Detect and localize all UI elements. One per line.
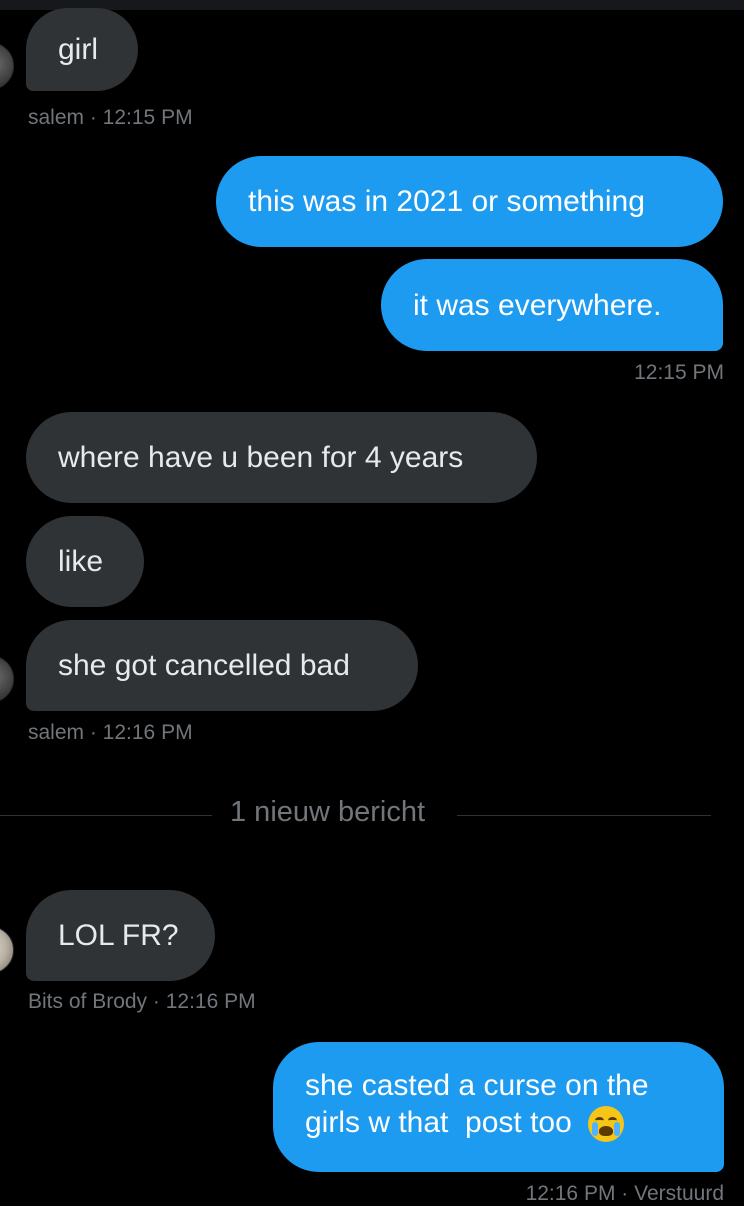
message-meta-salem: salem · 12:16 PM [28, 721, 193, 744]
divider-line-right [457, 815, 711, 816]
message-meta-sent: 12:15 PM [634, 361, 724, 384]
divider-line-left [0, 815, 212, 816]
message-meta-salem: salem · 12:15 PM [28, 106, 193, 129]
avatar-bits-of-brody[interactable] [0, 926, 14, 974]
message-meta-sent: 12:16 PM · Verstuurd [525, 1182, 724, 1205]
message-text-line: she casted a curse on the [305, 1069, 649, 1102]
message-bubble-outgoing[interactable]: she casted a curse on the girls w that p… [273, 1042, 724, 1172]
message-text: it was everywhere. [413, 288, 662, 322]
message-bubble-outgoing[interactable]: it was everywhere. [381, 259, 723, 351]
avatar-salem[interactable] [0, 42, 14, 90]
loudly-crying-face-emoji [588, 1106, 625, 1143]
avatar-salem[interactable] [0, 655, 14, 703]
message-bubble-incoming[interactable]: like [26, 516, 144, 607]
message-bubble-incoming[interactable]: she got cancelled bad [26, 620, 418, 711]
message-text: this was in 2021 or something [248, 185, 645, 218]
message-text: girl [58, 33, 99, 66]
message-text: she got cancelled bad [58, 649, 350, 682]
message-meta-brody: Bits of Brody · 12:16 PM [28, 990, 256, 1013]
new-messages-divider: 1 nieuw bericht [230, 796, 426, 828]
message-bubble-incoming[interactable]: where have u been for 4 years [26, 412, 537, 503]
message-text: LOL FR? [58, 919, 179, 952]
message-bubble-incoming[interactable]: girl [26, 8, 138, 91]
message-text-line: girls w that post too [305, 1106, 572, 1139]
message-text: like [58, 545, 104, 578]
status-bar-strip [0, 0, 744, 10]
message-bubble-outgoing[interactable]: this was in 2021 or something [216, 156, 723, 247]
message-text: where have u been for 4 years [58, 441, 464, 474]
message-bubble-incoming[interactable]: LOL FR? [26, 890, 215, 981]
